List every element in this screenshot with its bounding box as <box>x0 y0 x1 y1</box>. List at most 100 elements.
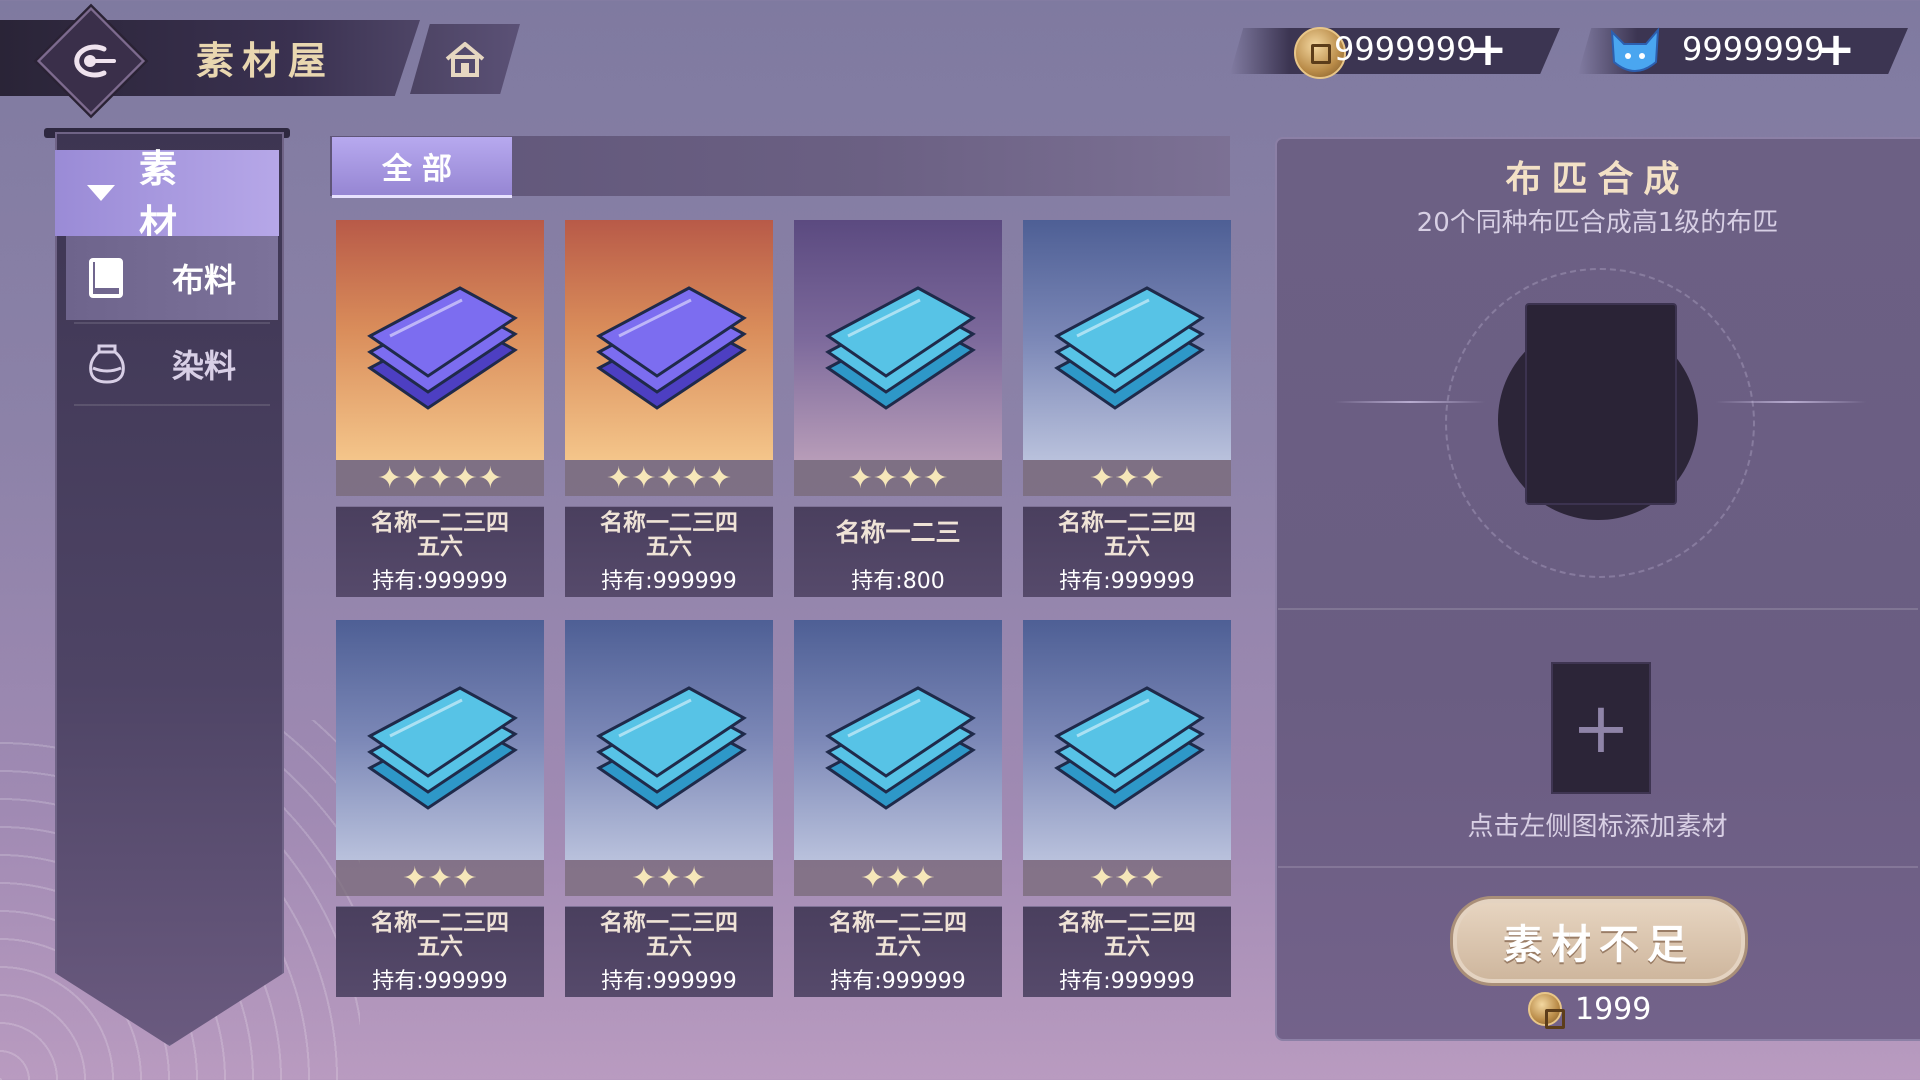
add-material-hint: 点击左侧图标添加素材 <box>1467 812 1728 842</box>
home-icon <box>445 42 485 77</box>
jar-icon <box>84 341 130 387</box>
fabric-icon <box>825 686 976 810</box>
item-owned-count: 持有:999999 <box>372 969 508 994</box>
item-card[interactable]: ✦✦✦ 名称一二三四 五六持有:999999 <box>1023 620 1231 997</box>
item-card[interactable]: ✦✦✦ 名称一二三四 五六持有:999999 <box>1023 220 1231 597</box>
gem-amount: 9999999 <box>1682 30 1825 68</box>
add-material-slot[interactable]: + <box>1551 662 1651 794</box>
sidebar-header-materials[interactable]: 素 材 <box>55 146 279 246</box>
item-name: 名称一二三四 五六 <box>336 911 544 959</box>
item-name-line2: 五六 <box>1104 533 1150 560</box>
copper-coin-icon <box>1528 992 1565 1029</box>
add-gems-button[interactable]: + <box>1813 26 1859 74</box>
fabric-icon <box>367 286 518 410</box>
item-name-line1: 名称一二三四 <box>829 909 967 936</box>
chevron-down-icon <box>87 185 115 201</box>
panel-divider <box>1278 866 1918 868</box>
item-name-line1: 名称一二三四 <box>371 509 509 536</box>
back-icon[interactable] <box>50 22 128 100</box>
item-owned-count: 持有:999999 <box>601 969 737 994</box>
item-name-line1: 名称一二三四 <box>1058 909 1196 936</box>
item-art <box>794 620 1002 860</box>
rarity-stars: ✦✦✦ <box>565 860 773 896</box>
item-card[interactable]: ✦✦✦✦✦ 名称一二三四 五六持有:999999 <box>565 220 773 597</box>
item-info: 名称一二三四 五六持有:999999 <box>794 906 1002 997</box>
home-button[interactable] <box>410 24 520 94</box>
currency-gems: 9999999 + <box>1578 24 1918 74</box>
item-name-line2: 五六 <box>646 933 692 960</box>
item-name-line1: 名称一二三四 <box>600 909 738 936</box>
item-owned-count: 持有:999999 <box>372 569 508 594</box>
sidebar-item-label: 布料 <box>172 261 237 299</box>
item-name: 名称一二三四 五六 <box>794 911 1002 959</box>
rarity-stars: ✦✦✦✦✦ <box>565 460 773 496</box>
item-name: 名称一二三四 五六 <box>336 511 544 559</box>
item-art <box>565 620 773 860</box>
item-art <box>1023 620 1231 860</box>
item-name-line2: 五六 <box>1104 933 1150 960</box>
item-name-line2: 五六 <box>417 933 463 960</box>
rarity-stars: ✦✦✦ <box>1023 860 1231 896</box>
page-title: 素材屋 <box>196 38 335 83</box>
top-bar: 素材屋 <box>0 0 540 116</box>
currency-coins: 9999999 + <box>1230 24 1570 79</box>
rarity-stars: ✦✦✦✦ <box>794 460 1002 496</box>
fabric-icon <box>367 686 518 810</box>
item-info: 名称一二三四 五六持有:999999 <box>336 506 544 597</box>
sidebar-item-fabric[interactable]: 布料 <box>66 236 278 320</box>
item-info: 名称一二三四 五六持有:999999 <box>565 906 773 997</box>
rarity-stars: ✦✦✦ <box>1023 460 1231 496</box>
item-card[interactable]: ✦✦✦ 名称一二三四 五六持有:999999 <box>794 620 1002 997</box>
fabric-icon <box>1054 286 1205 410</box>
fabric-icon <box>825 286 976 410</box>
item-info: 名称一二三四 五六持有:999999 <box>1023 906 1231 997</box>
item-card[interactable]: ✦✦✦✦✦ 名称一二三四 五六 持有:999999 <box>336 220 544 597</box>
item-info: 名称一二三四 五六持有:999999 <box>336 906 544 997</box>
item-info: 名称一二三持有:800 <box>794 506 1002 597</box>
synthesis-subtitle: 20个同种布匹合成高1级的布匹 <box>1416 208 1779 238</box>
rarity-stars: ✦✦✦ <box>794 860 1002 896</box>
item-owned-count: 持有:999999 <box>601 569 737 594</box>
item-name: 名称一二三四 五六 <box>565 511 773 559</box>
item-name: 名称一二三四 五六 <box>1023 911 1231 959</box>
panel-divider <box>1278 608 1918 610</box>
tab-all[interactable]: 全部 <box>332 137 512 198</box>
item-owned-count: 持有:999999 <box>830 969 966 994</box>
item-name: 名称一二三四 五六 <box>1023 511 1231 559</box>
item-info: 名称一二三四 五六持有:999999 <box>565 506 773 597</box>
coin-amount: 9999999 <box>1334 30 1477 68</box>
sidebar-item-label: 染料 <box>172 347 237 385</box>
item-name-line1: 名称一二三四 <box>371 909 509 936</box>
item-card[interactable]: ✦✦✦ 名称一二三四 五六持有:999999 <box>336 620 544 997</box>
synthesize-button[interactable]: 素材不足 <box>1450 896 1748 986</box>
sidebar-item-dye[interactable]: 染料 <box>66 322 278 406</box>
item-name-line2: 五六 <box>875 933 921 960</box>
plus-icon: + <box>1571 687 1631 769</box>
item-name-line2: 五六 <box>646 533 692 560</box>
item-owned-count: 持有:999999 <box>1059 969 1195 994</box>
item-name: 名称一二三 <box>794 518 1002 547</box>
fabric-icon <box>596 286 747 410</box>
item-art <box>336 220 544 460</box>
item-card[interactable]: ✦✦✦ 名称一二三四 五六持有:999999 <box>565 620 773 997</box>
item-art <box>336 620 544 860</box>
blue-cat-gem-icon <box>1610 27 1660 72</box>
item-name-line1: 名称一二三四 <box>600 509 738 536</box>
item-owned-count: 持有:999999 <box>1059 569 1195 594</box>
item-name-line1: 名称一二三四 <box>1058 509 1196 536</box>
item-owned-count: 持有:800 <box>851 569 945 594</box>
fabric-icon <box>1054 686 1205 810</box>
synthesis-cost: 1999 <box>1528 990 1728 1030</box>
add-coins-button[interactable]: + <box>1465 26 1511 74</box>
synthesis-title: 布匹合成 <box>1505 158 1690 200</box>
item-art <box>794 220 1002 460</box>
rarity-stars: ✦✦✦ <box>336 860 544 896</box>
book-icon <box>84 255 130 301</box>
item-name: 名称一二三四 五六 <box>565 911 773 959</box>
item-info: 名称一二三四 五六持有:999999 <box>1023 506 1231 597</box>
cost-amount: 1999 <box>1575 992 1652 1027</box>
item-art <box>1023 220 1231 460</box>
item-card[interactable]: ✦✦✦✦ 名称一二三持有:800 <box>794 220 1002 597</box>
item-art <box>565 220 773 460</box>
item-name-line1: 名称一二三 <box>835 518 961 547</box>
